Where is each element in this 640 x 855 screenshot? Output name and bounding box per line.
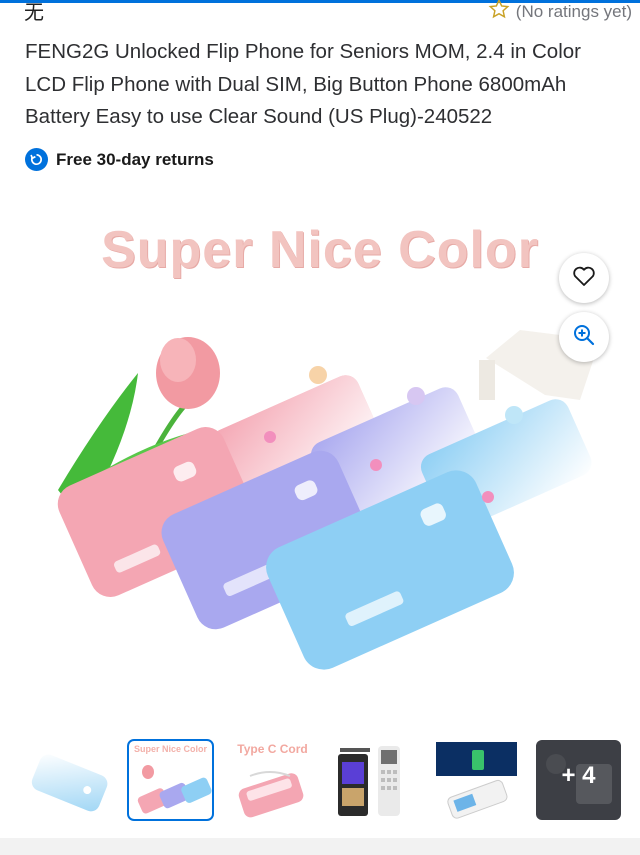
seller-name[interactable]: 无 xyxy=(24,0,44,25)
image-banner-text: Super Nice Color xyxy=(101,221,539,279)
thumbnail-2[interactable]: Super Nice Color xyxy=(127,739,214,821)
favorite-button[interactable] xyxy=(559,253,609,303)
product-title: FENG2G Unlocked Flip Phone for Seniors M… xyxy=(25,40,581,128)
heart-icon xyxy=(572,265,596,292)
thumbnail-3[interactable]: Type C Cord xyxy=(230,740,315,820)
thumbnail-5[interactable] xyxy=(434,740,519,820)
rating-text: (No ratings yet) xyxy=(515,1,632,21)
thumbnail-1[interactable] xyxy=(26,740,111,820)
thumbnail-more[interactable]: + 4 xyxy=(536,740,621,820)
zoom-in-icon xyxy=(572,323,596,352)
thumbnail-image xyxy=(436,742,517,819)
zoom-button[interactable] xyxy=(559,312,609,362)
returns-badge[interactable]: Free 30-day returns xyxy=(25,148,214,171)
product-main-image[interactable]: Super Nice Color xyxy=(0,190,640,720)
rating-summary[interactable]: (No ratings yet) xyxy=(488,0,632,25)
thumbnail-image xyxy=(338,746,400,816)
star-icon xyxy=(488,0,510,25)
thumbnail-caption: Type C Cord xyxy=(237,742,308,756)
thumbnail-strip: Super Nice Color Type C Cord + 4 xyxy=(26,739,626,822)
bottom-divider xyxy=(0,838,640,855)
thumbnail-image xyxy=(31,754,108,812)
returns-text: Free 30-day returns xyxy=(56,149,214,169)
more-images-count: + 4 xyxy=(561,762,596,789)
return-arrow-icon xyxy=(25,148,48,171)
thumbnail-4[interactable] xyxy=(332,740,417,820)
thumbnail-caption: Super Nice Color xyxy=(133,744,207,754)
